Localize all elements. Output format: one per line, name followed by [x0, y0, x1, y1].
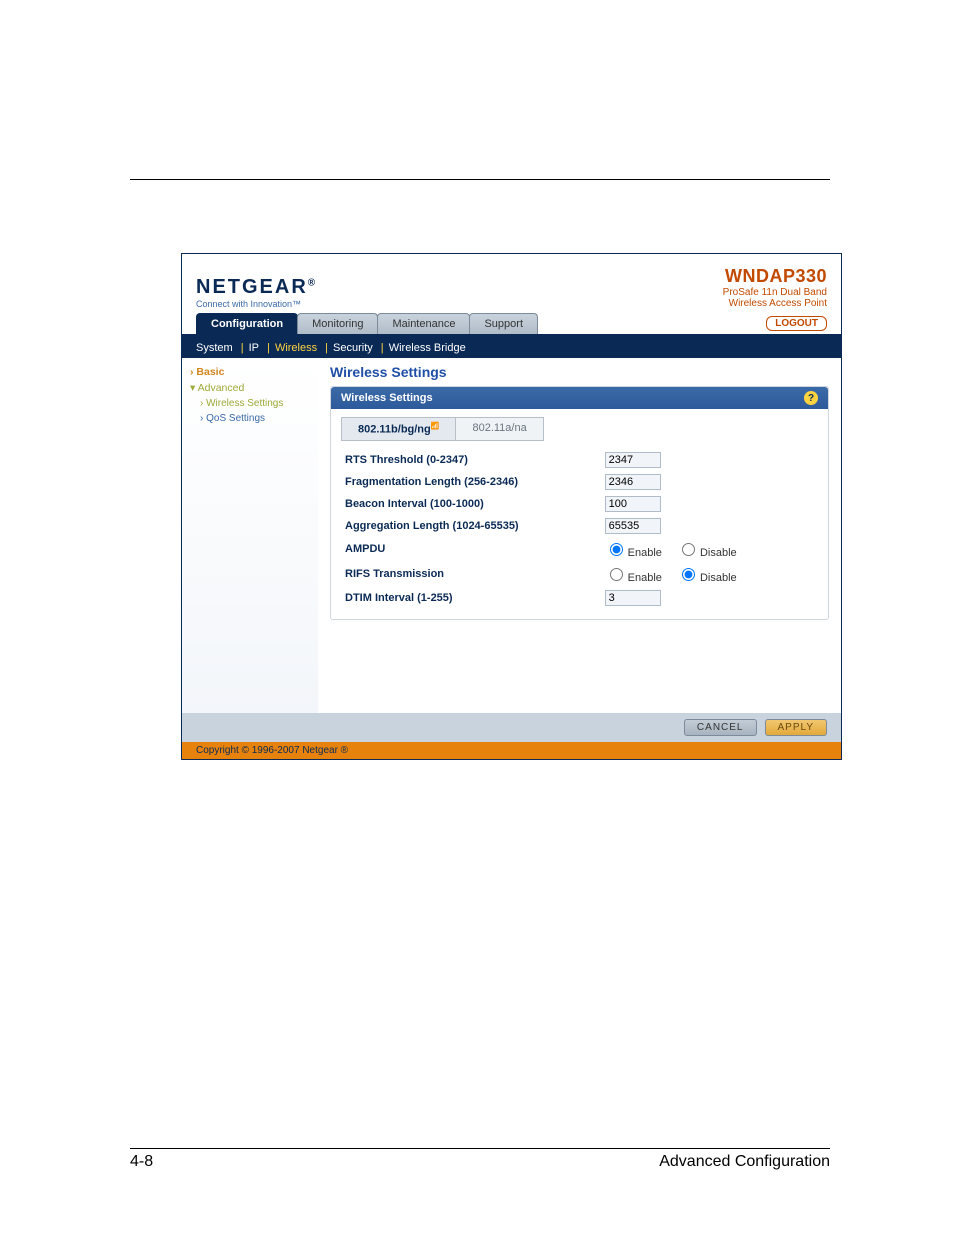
ampdu-enable-label: Enable [628, 547, 662, 559]
rifs-label: RIFS Transmission [341, 562, 601, 587]
ampdu-label: AMPDU [341, 537, 601, 562]
antenna-icon: 📶 [431, 423, 440, 430]
cancel-button[interactable]: CANCEL [684, 719, 757, 736]
sidebar-basic[interactable]: › Basic [190, 364, 310, 380]
rifs-disable-label: Disable [700, 572, 737, 584]
logout-button[interactable]: LOGOUT [766, 316, 827, 331]
sidebar: › Basic ▾ Advanced › Wireless Settings ›… [182, 358, 318, 713]
copyright: Copyright © 1996-2007 Netgear ® [182, 742, 841, 759]
wireless-settings-panel: Wireless Settings ? 802.11b/bg/ng📶 802.1… [330, 386, 829, 620]
footer-bar: CANCEL APPLY [182, 713, 841, 742]
brand-logo: NETGEAR® [196, 276, 317, 299]
subnav-bar: System| IP| Wireless| Security| Wireless… [182, 338, 841, 358]
band-tabs: 802.11b/bg/ng📶 802.11a/na [341, 417, 818, 441]
ampdu-enable-radio[interactable] [610, 543, 623, 556]
rts-input[interactable] [605, 452, 661, 468]
tab-configuration[interactable]: Configuration [196, 313, 298, 334]
frag-input[interactable] [605, 474, 661, 490]
main-tab-bar: Configuration Monitoring Maintenance Sup… [182, 313, 841, 338]
rifs-enable-label: Enable [628, 572, 662, 584]
page-number: 4-8 [130, 1153, 153, 1171]
rifs-disable-radio[interactable] [682, 568, 695, 581]
tab-monitoring[interactable]: Monitoring [297, 313, 378, 334]
sidebar-qos-settings[interactable]: › QoS Settings [190, 411, 310, 426]
brand-block: NETGEAR® Connect with Innovation™ [196, 276, 317, 309]
body-area: › Basic ▾ Advanced › Wireless Settings ›… [182, 358, 841, 713]
page-section: Advanced Configuration [659, 1153, 830, 1171]
subnav-wireless[interactable]: Wireless [275, 342, 317, 354]
agg-input[interactable] [605, 518, 661, 534]
subnav-ip[interactable]: IP [249, 342, 259, 354]
tab-support[interactable]: Support [469, 313, 538, 334]
agg-label: Aggregation Length (1024-65535) [341, 515, 601, 537]
beacon-label: Beacon Interval (100-1000) [341, 493, 601, 515]
sidebar-advanced[interactable]: ▾ Advanced [190, 380, 310, 396]
beacon-input[interactable] [605, 496, 661, 512]
help-icon[interactable]: ? [804, 391, 818, 405]
router-admin-window: NETGEAR® Connect with Innovation™ WNDAP3… [181, 253, 842, 760]
dtim-label: DTIM Interval (1-255) [341, 587, 601, 609]
dtim-input[interactable] [605, 590, 661, 606]
tab-80211ana[interactable]: 802.11a/na [455, 417, 543, 441]
apply-button[interactable]: APPLY [765, 719, 828, 736]
ampdu-disable-label: Disable [700, 547, 737, 559]
ampdu-disable-radio[interactable] [682, 543, 695, 556]
tab-maintenance[interactable]: Maintenance [377, 313, 470, 334]
frag-label: Fragmentation Length (256-2346) [341, 471, 601, 493]
rifs-enable-radio[interactable] [610, 568, 623, 581]
content: Wireless Settings Wireless Settings ? 80… [318, 358, 841, 713]
subnav-security[interactable]: Security [333, 342, 373, 354]
panel-header: Wireless Settings ? [331, 387, 828, 409]
rts-label: RTS Threshold (0-2347) [341, 449, 601, 471]
subnav-wbridge[interactable]: Wireless Bridge [389, 342, 466, 354]
page-header-rule [130, 179, 830, 180]
product-model: WNDAP330 [723, 266, 827, 287]
sidebar-wireless-settings[interactable]: › Wireless Settings [190, 396, 310, 411]
product-line1: ProSafe 11n Dual Band [723, 287, 827, 298]
product-line2: Wireless Access Point [723, 298, 827, 309]
brand-tagline: Connect with Innovation™ [196, 299, 317, 309]
page-title: Wireless Settings [330, 364, 829, 380]
product-block: WNDAP330 ProSafe 11n Dual Band Wireless … [723, 266, 827, 309]
subnav-system[interactable]: System [196, 342, 233, 354]
header: NETGEAR® Connect with Innovation™ WNDAP3… [182, 254, 841, 313]
panel-title: Wireless Settings [341, 392, 433, 404]
settings-table: RTS Threshold (0-2347) Fragmentation Len… [341, 449, 818, 609]
page-footer: 4-8 Advanced Configuration [130, 1148, 830, 1171]
tab-80211bgn[interactable]: 802.11b/bg/ng📶 [341, 417, 456, 441]
